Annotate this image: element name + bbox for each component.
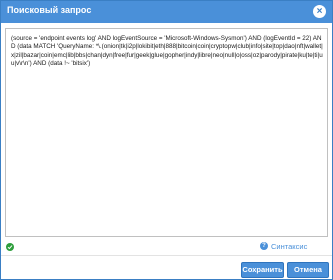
query-text[interactable]: (source = 'endpoint events log' AND logE…: [11, 35, 323, 68]
dialog-titlebar[interactable]: Поисковый запрос ×: [1, 1, 332, 23]
check-circle-icon: [6, 243, 14, 251]
save-button[interactable]: Сохранить: [241, 262, 284, 278]
syntax-help-link[interactable]: Синтаксис: [271, 242, 307, 251]
query-editor[interactable]: (source = 'endpoint events log' AND logE…: [5, 28, 328, 237]
cancel-button[interactable]: Отмена: [287, 262, 329, 278]
close-icon[interactable]: ×: [313, 5, 326, 18]
dialog-title: Поисковый запрос: [7, 5, 92, 15]
footer-divider: [1, 255, 332, 256]
search-query-dialog: Поисковый запрос × (source = 'endpoint e…: [0, 0, 333, 280]
question-circle-icon[interactable]: ?: [260, 242, 268, 250]
